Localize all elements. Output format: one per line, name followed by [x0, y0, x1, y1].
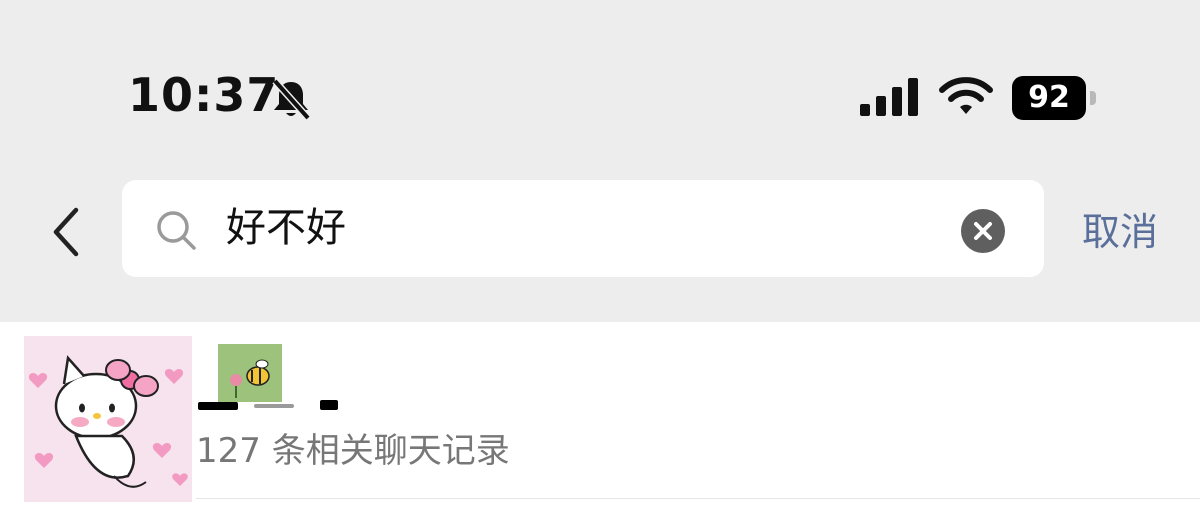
- cancel-button[interactable]: 取消: [1082, 204, 1158, 260]
- search-bar[interactable]: 好不好: [122, 180, 1044, 277]
- status-bar: 10:37 92: [0, 0, 1200, 180]
- search-icon: [157, 211, 196, 250]
- wifi-icon: [939, 77, 993, 114]
- back-chevron-icon[interactable]: [44, 204, 88, 260]
- chat-result-row[interactable]: 127 条相关聊天记录: [0, 322, 1200, 502]
- bee-sticker-icon: [218, 344, 282, 402]
- status-time: 10:37: [128, 68, 280, 122]
- cellular-signal-icon: [860, 78, 918, 116]
- contact-name-redacted: [198, 402, 238, 410]
- search-input[interactable]: 好不好: [226, 200, 346, 256]
- clear-icon[interactable]: [960, 208, 1006, 254]
- battery-level: 92: [1028, 80, 1070, 115]
- avatar: [24, 336, 192, 502]
- search-results-list: 127 条相关聊天记录: [0, 322, 1200, 518]
- row-divider: [196, 498, 1200, 499]
- record-count-text: 127 条相关聊天记录: [196, 431, 510, 471]
- battery-icon: 92: [1012, 76, 1098, 120]
- contact-name-redacted: [320, 400, 338, 410]
- contact-name-redacted: [254, 404, 294, 408]
- battery-cap: [1090, 91, 1096, 105]
- bell-slash-icon: [272, 78, 311, 121]
